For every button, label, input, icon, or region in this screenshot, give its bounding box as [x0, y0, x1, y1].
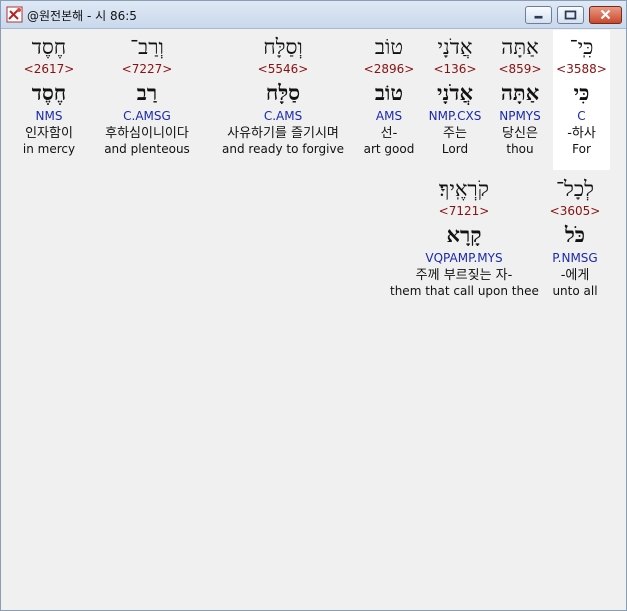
lemma: אַתָּה: [500, 80, 540, 105]
english-gloss: Lord: [441, 142, 469, 156]
hebrew-word: אֲדֹנָי: [437, 35, 473, 59]
hebrew-word: וְסַלָּח: [263, 35, 303, 59]
lemma: קָרָא: [446, 222, 482, 247]
korean-gloss: 인자함이: [25, 126, 73, 141]
word-column[interactable]: אֲדֹנָי <136> אֲדֹנָי NMP.CXS 주는 Lord: [422, 30, 488, 157]
hebrew-word: כִּֽי־: [569, 35, 594, 59]
korean-gloss: 선-: [380, 126, 398, 141]
strong-number[interactable]: <7121>: [390, 204, 538, 218]
hebrew-word: קֹרְאֶֽיךָ׃: [439, 177, 489, 201]
english-gloss: thou: [506, 142, 534, 156]
window-title: @원전본해 - 시 86:5: [27, 9, 137, 23]
english-gloss: unto all: [552, 284, 598, 298]
minimize-icon: [534, 15, 543, 19]
english-gloss: and ready to forgive: [222, 142, 344, 156]
korean-gloss: -하사: [567, 126, 596, 141]
english-gloss: For: [572, 142, 591, 156]
korean-gloss: 주께 부르짖는 자-: [415, 268, 513, 283]
korean-gloss: 주는: [443, 126, 467, 141]
morphology-code[interactable]: NPMYS: [492, 108, 548, 125]
strong-number[interactable]: <7227>: [92, 62, 202, 76]
strong-number[interactable]: <2617>: [16, 62, 82, 76]
morphology-code[interactable]: P.NMSG: [545, 250, 605, 267]
lemma: טוֹב: [374, 80, 404, 105]
morphology-code[interactable]: C: [553, 108, 610, 125]
english-gloss: art good: [363, 142, 415, 156]
korean-gloss: -에게: [560, 268, 590, 283]
english-gloss: them that call upon thee: [390, 284, 539, 298]
morphology-code[interactable]: VQPAMP.MYS: [390, 250, 538, 267]
hebrew-word: חֶסֶד: [31, 35, 67, 59]
english-gloss: and plenteous: [104, 142, 190, 156]
minimize-button[interactable]: [525, 6, 552, 24]
korean-gloss: 사유하기를 즐기시며: [227, 126, 339, 141]
word-column[interactable]: וְסַלָּח <5546> סַלָּח C.AMS 사유하기를 즐기시며 …: [211, 30, 355, 157]
word-column[interactable]: קֹרְאֶֽיךָ׃ <7121> קָרָא VQPAMP.MYS 주께 부…: [390, 172, 539, 299]
strong-number[interactable]: <3588>: [553, 62, 610, 76]
lemma: אֲדֹנָי: [437, 80, 473, 105]
morphology-code[interactable]: C.AMSG: [92, 108, 202, 125]
english-gloss: in mercy: [22, 142, 76, 156]
app-window: @원전본해 - 시 86:5 כִּֽי־ <3588> כִּי C -하사 …: [0, 0, 627, 611]
strong-number[interactable]: <859>: [492, 62, 548, 76]
strong-number[interactable]: <136>: [422, 62, 488, 76]
word-column[interactable]: אַתָּה <859> אַתָּה NPMYS 당신은 thou: [492, 30, 548, 157]
lemma: כִּי: [573, 80, 590, 105]
lemma: כֹּל: [564, 222, 586, 247]
hebrew-word: אַתָּה: [501, 35, 539, 59]
korean-gloss: 후하심이니이다: [105, 126, 189, 141]
morphology-code[interactable]: C.AMS: [211, 108, 355, 125]
strong-number[interactable]: <3605>: [545, 204, 605, 218]
hebrew-word: טוֹב: [374, 35, 404, 59]
word-column[interactable]: חֶסֶד <2617> חֶסֶד NMS 인자함이 in mercy: [16, 30, 82, 157]
close-icon: [600, 9, 611, 20]
strong-number[interactable]: <5546>: [211, 62, 355, 76]
lemma: סַלָּח: [265, 80, 301, 105]
maximize-button[interactable]: [557, 6, 584, 24]
word-column[interactable]: כִּֽי־ <3588> כִּי C -하사 For: [553, 30, 610, 170]
hebrew-word: וְרַב־: [130, 35, 164, 59]
restore-icon: [564, 10, 577, 20]
title-bar[interactable]: @원전본해 - 시 86:5: [1, 1, 626, 29]
word-column[interactable]: לְכָל־ <3605> כֹּל P.NMSG -에게 unto all: [545, 172, 605, 299]
interlinear-view: כִּֽי־ <3588> כִּי C -하사 For אַתָּה <859…: [2, 30, 626, 610]
word-column[interactable]: וְרַב־ <7227> רַב C.AMSG 후하심이니이다 and ple…: [92, 30, 202, 157]
app-icon: [6, 6, 23, 23]
morphology-code[interactable]: NMS: [16, 108, 82, 125]
korean-gloss: 당신은: [502, 126, 538, 141]
strong-number[interactable]: <2896>: [360, 62, 418, 76]
lemma: חֶסֶד: [31, 80, 67, 105]
close-button[interactable]: [589, 6, 622, 24]
hebrew-word: לְכָל־: [556, 177, 594, 201]
morphology-code[interactable]: AMS: [360, 108, 418, 125]
word-column[interactable]: טוֹב <2896> טוֹב AMS 선- art good: [360, 30, 418, 157]
lemma: רַב: [136, 80, 158, 105]
morphology-code[interactable]: NMP.CXS: [422, 108, 488, 125]
